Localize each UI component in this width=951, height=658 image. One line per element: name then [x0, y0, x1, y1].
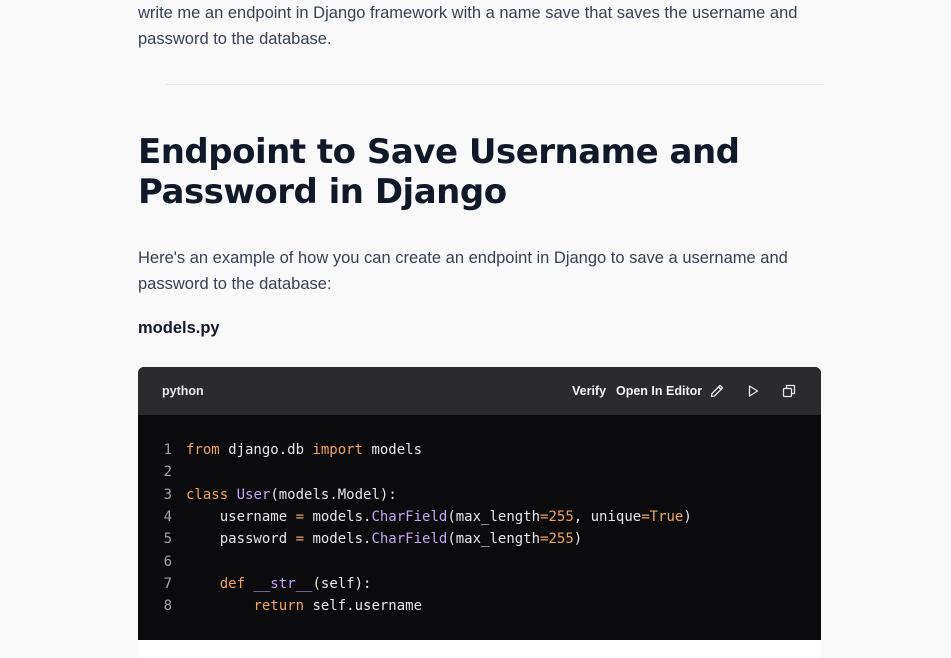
code-text: return self.username — [253, 598, 423, 615]
line-number: 7 — [163, 575, 172, 592]
code-text: def __str__(self): — [219, 575, 372, 592]
code-line: 7 def __str__(self): — [138, 573, 821, 595]
code-filename: models.py — [138, 319, 220, 337]
open-in-editor-button[interactable]: Open In Editor — [616, 367, 702, 415]
line-number: 4 — [163, 508, 172, 525]
next-block-edge — [138, 640, 821, 658]
code-language-label: python — [162, 384, 204, 398]
line-number: 5 — [163, 531, 172, 548]
code-text: password = models.CharField(max_length=2… — [186, 531, 583, 548]
code-line: 1 from django.db import models — [138, 439, 821, 461]
verify-button[interactable]: Verify — [572, 367, 606, 415]
code-content[interactable]: 1 from django.db import models 2 3 class Use… — [138, 415, 821, 640]
code-line: 2 — [138, 461, 821, 483]
code-line: 8 return self.username — [138, 595, 821, 617]
line-number: 2 — [163, 464, 172, 481]
divider — [166, 84, 824, 85]
code-text: class User(models.Model): — [186, 486, 397, 503]
play-icon[interactable] — [745, 383, 761, 399]
line-number: 3 — [163, 486, 172, 503]
code-line: 3 class User(models.Model): — [138, 484, 821, 506]
line-number: 1 — [163, 442, 172, 458]
user-prompt: write me an endpoint in Django framework… — [138, 4, 798, 48]
code-line: 4 username = models.CharField(max_length… — [138, 506, 821, 528]
code-line: 6 — [138, 551, 821, 573]
code-line: 5 password = models.CharField(max_length… — [138, 528, 821, 550]
pencil-icon[interactable] — [709, 383, 725, 399]
line-number: 8 — [163, 598, 172, 615]
copy-icon[interactable] — [781, 383, 797, 399]
code-text: username = models.CharField(max_length=2… — [186, 508, 692, 525]
code-block: python Verify Open In Editor 1 from djang… — [138, 367, 821, 640]
line-number: 6 — [163, 553, 172, 570]
response-intro: Here's an example of how you can create … — [138, 249, 788, 293]
code-text: from django.db import models — [186, 442, 423, 458]
code-header: python Verify Open In Editor — [138, 367, 821, 415]
response-heading: Endpoint to Save Username and Password i… — [138, 132, 740, 212]
